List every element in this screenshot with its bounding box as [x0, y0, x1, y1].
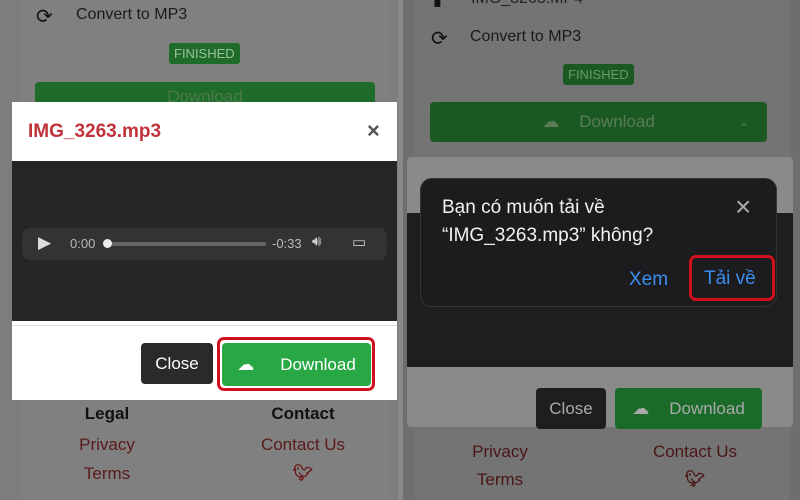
download-button[interactable]: ☁ Download [222, 343, 371, 386]
terms-link[interactable]: Terms [477, 470, 523, 490]
volume-icon[interactable]: 🔊︎ [312, 233, 321, 250]
status-badge: FINISHED [563, 64, 634, 85]
page-download-button[interactable]: ☁ Download ⌄ [430, 102, 767, 142]
play-icon[interactable]: ▶ [38, 233, 51, 253]
close-icon[interactable]: × [367, 118, 380, 144]
contact-us-link[interactable]: Contact Us [653, 442, 737, 462]
close-icon[interactable]: × [735, 191, 751, 223]
download-button-overlay[interactable]: ☁ Download [615, 388, 762, 429]
airplay-icon[interactable]: ▭ [352, 233, 366, 251]
refresh-icon: ⟳ [36, 6, 53, 28]
close-button[interactable]: Close [141, 343, 213, 384]
status-badge: FINISHED [169, 43, 240, 64]
privacy-link[interactable]: Privacy [79, 435, 135, 455]
file-icon: ▮ [433, 0, 442, 9]
twitter-icon[interactable]: 🐦︎ [685, 469, 705, 489]
chevron-down-icon: ⌄ [738, 115, 749, 129]
cloud-download-icon: ☁ [237, 354, 255, 374]
twitter-icon[interactable]: 🐦︎ [293, 463, 313, 483]
right-screen: ▮ IMG_3263.MP4 ⟳ Convert to MP3 FINISHED… [403, 0, 800, 500]
close-button-overlay[interactable]: Close [536, 388, 606, 429]
seek-slider[interactable] [103, 239, 266, 248]
alert-message-line1: Bạn có muốn tải về [442, 197, 605, 218]
audio-area: ▶ 0:00 -0:33 🔊︎ ▭ [12, 161, 397, 321]
alert-message-line2: “IMG_3263.mp3” không? [442, 225, 654, 246]
contact-us-link[interactable]: Contact Us [261, 435, 345, 455]
cloud-download-icon: ☁ [632, 398, 650, 418]
seek-thumb[interactable] [103, 239, 112, 248]
convert-label: Convert to MP3 [76, 6, 188, 23]
current-time: 0:00 [70, 236, 96, 251]
download-confirm-button[interactable]: Tải về [704, 268, 756, 290]
view-button[interactable]: Xem [629, 269, 668, 291]
privacy-link[interactable]: Privacy [472, 442, 528, 462]
cloud-download-icon: ☁ [542, 112, 560, 131]
terms-link[interactable]: Terms [84, 464, 130, 484]
download-alert: Bạn có muốn tải về “IMG_3263.mp3” không?… [420, 178, 777, 307]
left-screen: ⟳ Convert to MP3 FINISHED Download IMG_3… [0, 0, 398, 500]
audio-modal: IMG_3263.mp3 × ▶ 0:00 -0:33 🔊︎ ▭ Close ☁… [12, 102, 397, 400]
refresh-icon: ⟳ [431, 28, 448, 50]
convert-label: Convert to MP3 [470, 28, 582, 45]
modal-title: IMG_3263.mp3 [28, 121, 162, 142]
file-name: IMG_3263.MP4 [471, 0, 583, 8]
audio-player[interactable]: ▶ 0:00 -0:33 🔊︎ ▭ [22, 228, 387, 260]
footer-contact-heading: Contact [271, 404, 335, 423]
footer-legal-heading: Legal [84, 404, 130, 423]
remaining-time: -0:33 [272, 236, 302, 251]
